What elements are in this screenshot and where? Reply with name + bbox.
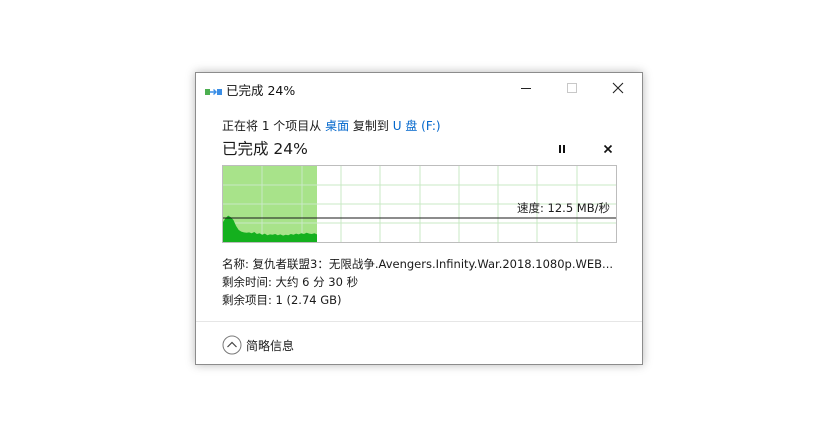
window-title: 已完成 24% (226, 83, 296, 98)
footer-divider (196, 321, 642, 322)
progress-percent-label: 已完成 24% (222, 140, 308, 158)
title-bar[interactable]: 已完成 24% (196, 73, 642, 103)
close-icon (612, 79, 624, 98)
collapse-details-label[interactable]: 简略信息 (246, 337, 294, 354)
maximize-icon (566, 79, 578, 98)
operation-prefix: 正在将 1 个项目从 (222, 119, 326, 133)
cancel-button[interactable] (598, 139, 618, 157)
transfer-speed-graph: 速度: 12.5 MB/秒 (222, 165, 617, 243)
speed-label: 速度: 12.5 MB/秒 (517, 201, 610, 215)
pause-icon (557, 139, 567, 158)
pause-button[interactable] (552, 139, 572, 157)
operation-middle: 复制到 (349, 119, 393, 133)
copy-progress-dialog: 已完成 24% 正在将 1 个项目从 桌面 复制到 U 盘 (F:) 已完成 2… (195, 72, 643, 365)
maximize-button[interactable] (549, 73, 595, 103)
destination-link[interactable]: U 盘 (F:) (393, 119, 441, 133)
chevron-up-icon (222, 335, 242, 359)
collapse-details-button[interactable] (222, 335, 242, 355)
items-remaining-detail: 剩余项目: 1 (2.74 GB) (222, 293, 342, 307)
copy-transfer-icon (205, 83, 223, 95)
close-button[interactable] (595, 73, 641, 103)
file-name-detail: 名称: 复仇者联盟3：无限战争.Avengers.Infinity.War.20… (222, 257, 613, 271)
source-link[interactable]: 桌面 (325, 119, 349, 133)
minimize-button[interactable] (503, 73, 549, 103)
operation-description: 正在将 1 个项目从 桌面 复制到 U 盘 (F:) (222, 117, 441, 134)
cancel-icon (603, 139, 613, 158)
time-remaining-detail: 剩余时间: 大约 6 分 30 秒 (222, 275, 359, 289)
minimize-icon (520, 79, 532, 98)
